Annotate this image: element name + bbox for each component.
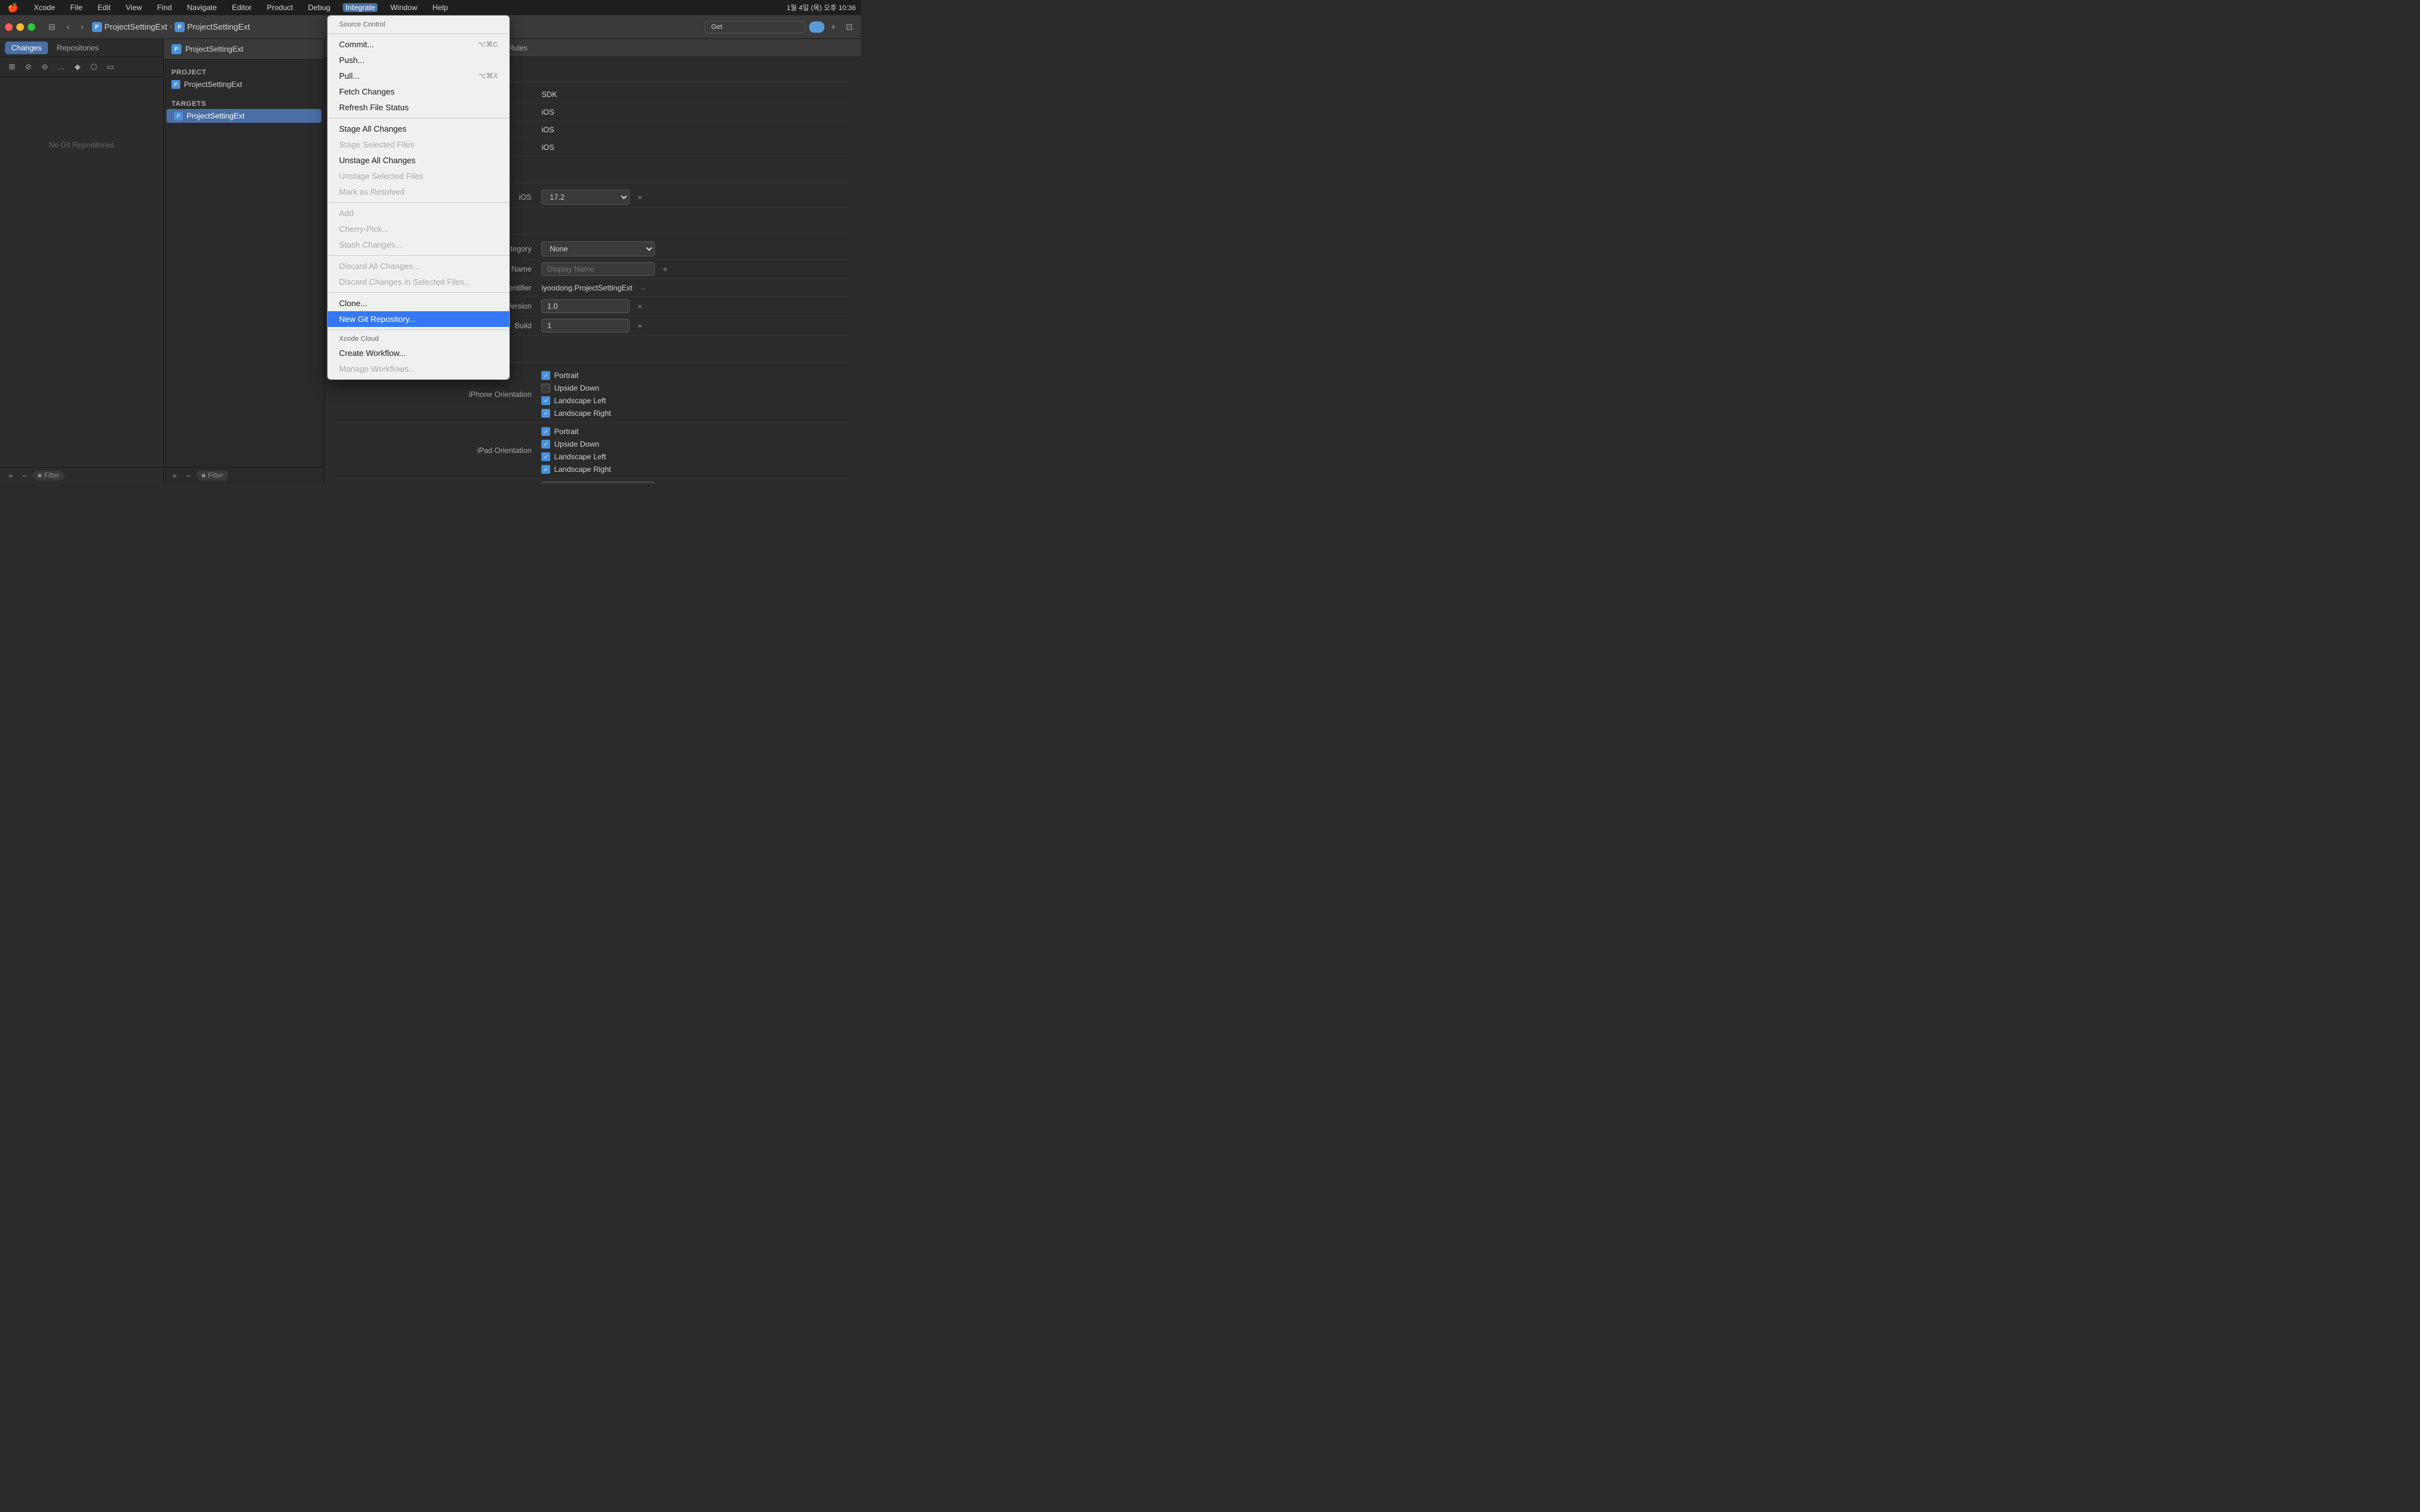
menu-item-commit[interactable]: Commit... ⌥⌘C [328, 37, 509, 52]
menubar-xcode[interactable]: Xcode [31, 3, 57, 12]
menubar-time: 1월 4일 (목) 오후 10:36 [786, 3, 856, 13]
refresh-file-status-label: Refresh File Status [339, 103, 409, 112]
menu-item-clone[interactable]: Clone... [328, 295, 509, 311]
push-label: Push... [339, 55, 364, 65]
menu-item-push[interactable]: Push... [328, 52, 509, 68]
apple-menu[interactable]: 🍎 [5, 3, 21, 13]
clone-label: Clone... [339, 299, 367, 308]
dropdown-overlay[interactable]: Source Control Commit... ⌥⌘C Push... Pul… [0, 0, 2420, 1512]
unstage-all-label: Unstage All Changes [339, 156, 415, 165]
menu-item-stage-selected: Stage Selected Files [328, 137, 509, 152]
menubar-navigate[interactable]: Navigate [185, 3, 219, 12]
menu-item-refresh-file-status[interactable]: Refresh File Status [328, 100, 509, 115]
menubar-debug[interactable]: Debug [306, 3, 333, 12]
dropdown-menu: Source Control Commit... ⌥⌘C Push... Pul… [327, 15, 510, 380]
menu-item-cherry-pick: Cherry-Pick... [328, 221, 509, 237]
unstage-selected-label: Unstage Selected Files [339, 171, 424, 181]
menubar-edit[interactable]: Edit [95, 3, 113, 12]
menu-item-stage-all[interactable]: Stage All Changes [328, 121, 509, 137]
sep5 [328, 329, 509, 330]
menubar-integrate[interactable]: Integrate [343, 3, 377, 12]
stage-all-label: Stage All Changes [339, 124, 406, 134]
manage-workflows-label: Manage Workflows... [339, 364, 415, 374]
menu-item-discard-all: Discard All Changes... [328, 258, 509, 274]
fetch-changes-label: Fetch Changes [339, 87, 395, 96]
menu-item-pull[interactable]: Pull... ⌥⌘X [328, 68, 509, 84]
menu-item-create-workflow[interactable]: Create Workflow... [328, 345, 509, 361]
menubar-right: 1월 4일 (목) 오후 10:36 [786, 3, 856, 13]
menu-item-new-git-repo[interactable]: New Git Repository... [328, 311, 509, 327]
menubar-view[interactable]: View [124, 3, 145, 12]
new-git-repo-label: New Git Repository... [339, 314, 416, 324]
menubar-product[interactable]: Product [264, 3, 295, 12]
stage-selected-label: Stage Selected Files [339, 140, 414, 149]
commit-shortcut: ⌥⌘C [478, 40, 498, 49]
menu-item-discard-selected: Discard Changes in Selected Files... [328, 274, 509, 290]
menu-item-manage-workflows: Manage Workflows... [328, 361, 509, 377]
menubar-find[interactable]: Find [154, 3, 174, 12]
create-workflow-label: Create Workflow... [339, 348, 406, 358]
sep4 [328, 292, 509, 293]
source-control-header: Source Control [328, 18, 509, 31]
stash-changes-label: Stash Changes... [339, 240, 402, 249]
pull-label: Pull... [339, 71, 360, 81]
cherry-pick-label: Cherry-Pick... [339, 224, 389, 234]
discard-all-label: Discard All Changes... [339, 261, 420, 271]
add-label: Add [339, 209, 354, 218]
pull-shortcut: ⌥⌘X [478, 72, 498, 80]
mark-resolved-label: Mark as Resolved [339, 187, 405, 197]
menubar-help[interactable]: Help [430, 3, 451, 12]
xcode-cloud-header: Xcode Cloud [328, 333, 509, 345]
sep2 [328, 202, 509, 203]
source-control-separator [328, 33, 509, 34]
commit-label: Commit... [339, 40, 374, 49]
menubar: 🍎 Xcode File Edit View Find Navigate Edi… [0, 0, 861, 15]
menu-item-unstage-all[interactable]: Unstage All Changes [328, 152, 509, 168]
menu-item-fetch-changes[interactable]: Fetch Changes [328, 84, 509, 100]
menu-item-add: Add [328, 205, 509, 221]
discard-selected-label: Discard Changes in Selected Files... [339, 277, 471, 287]
menubar-file[interactable]: File [67, 3, 84, 12]
menubar-window[interactable]: Window [388, 3, 420, 12]
menu-item-mark-resolved: Mark as Resolved [328, 184, 509, 200]
menu-item-stash-changes: Stash Changes... [328, 237, 509, 253]
menubar-editor[interactable]: Editor [229, 3, 254, 12]
menu-item-unstage-selected: Unstage Selected Files [328, 168, 509, 184]
sep3 [328, 255, 509, 256]
